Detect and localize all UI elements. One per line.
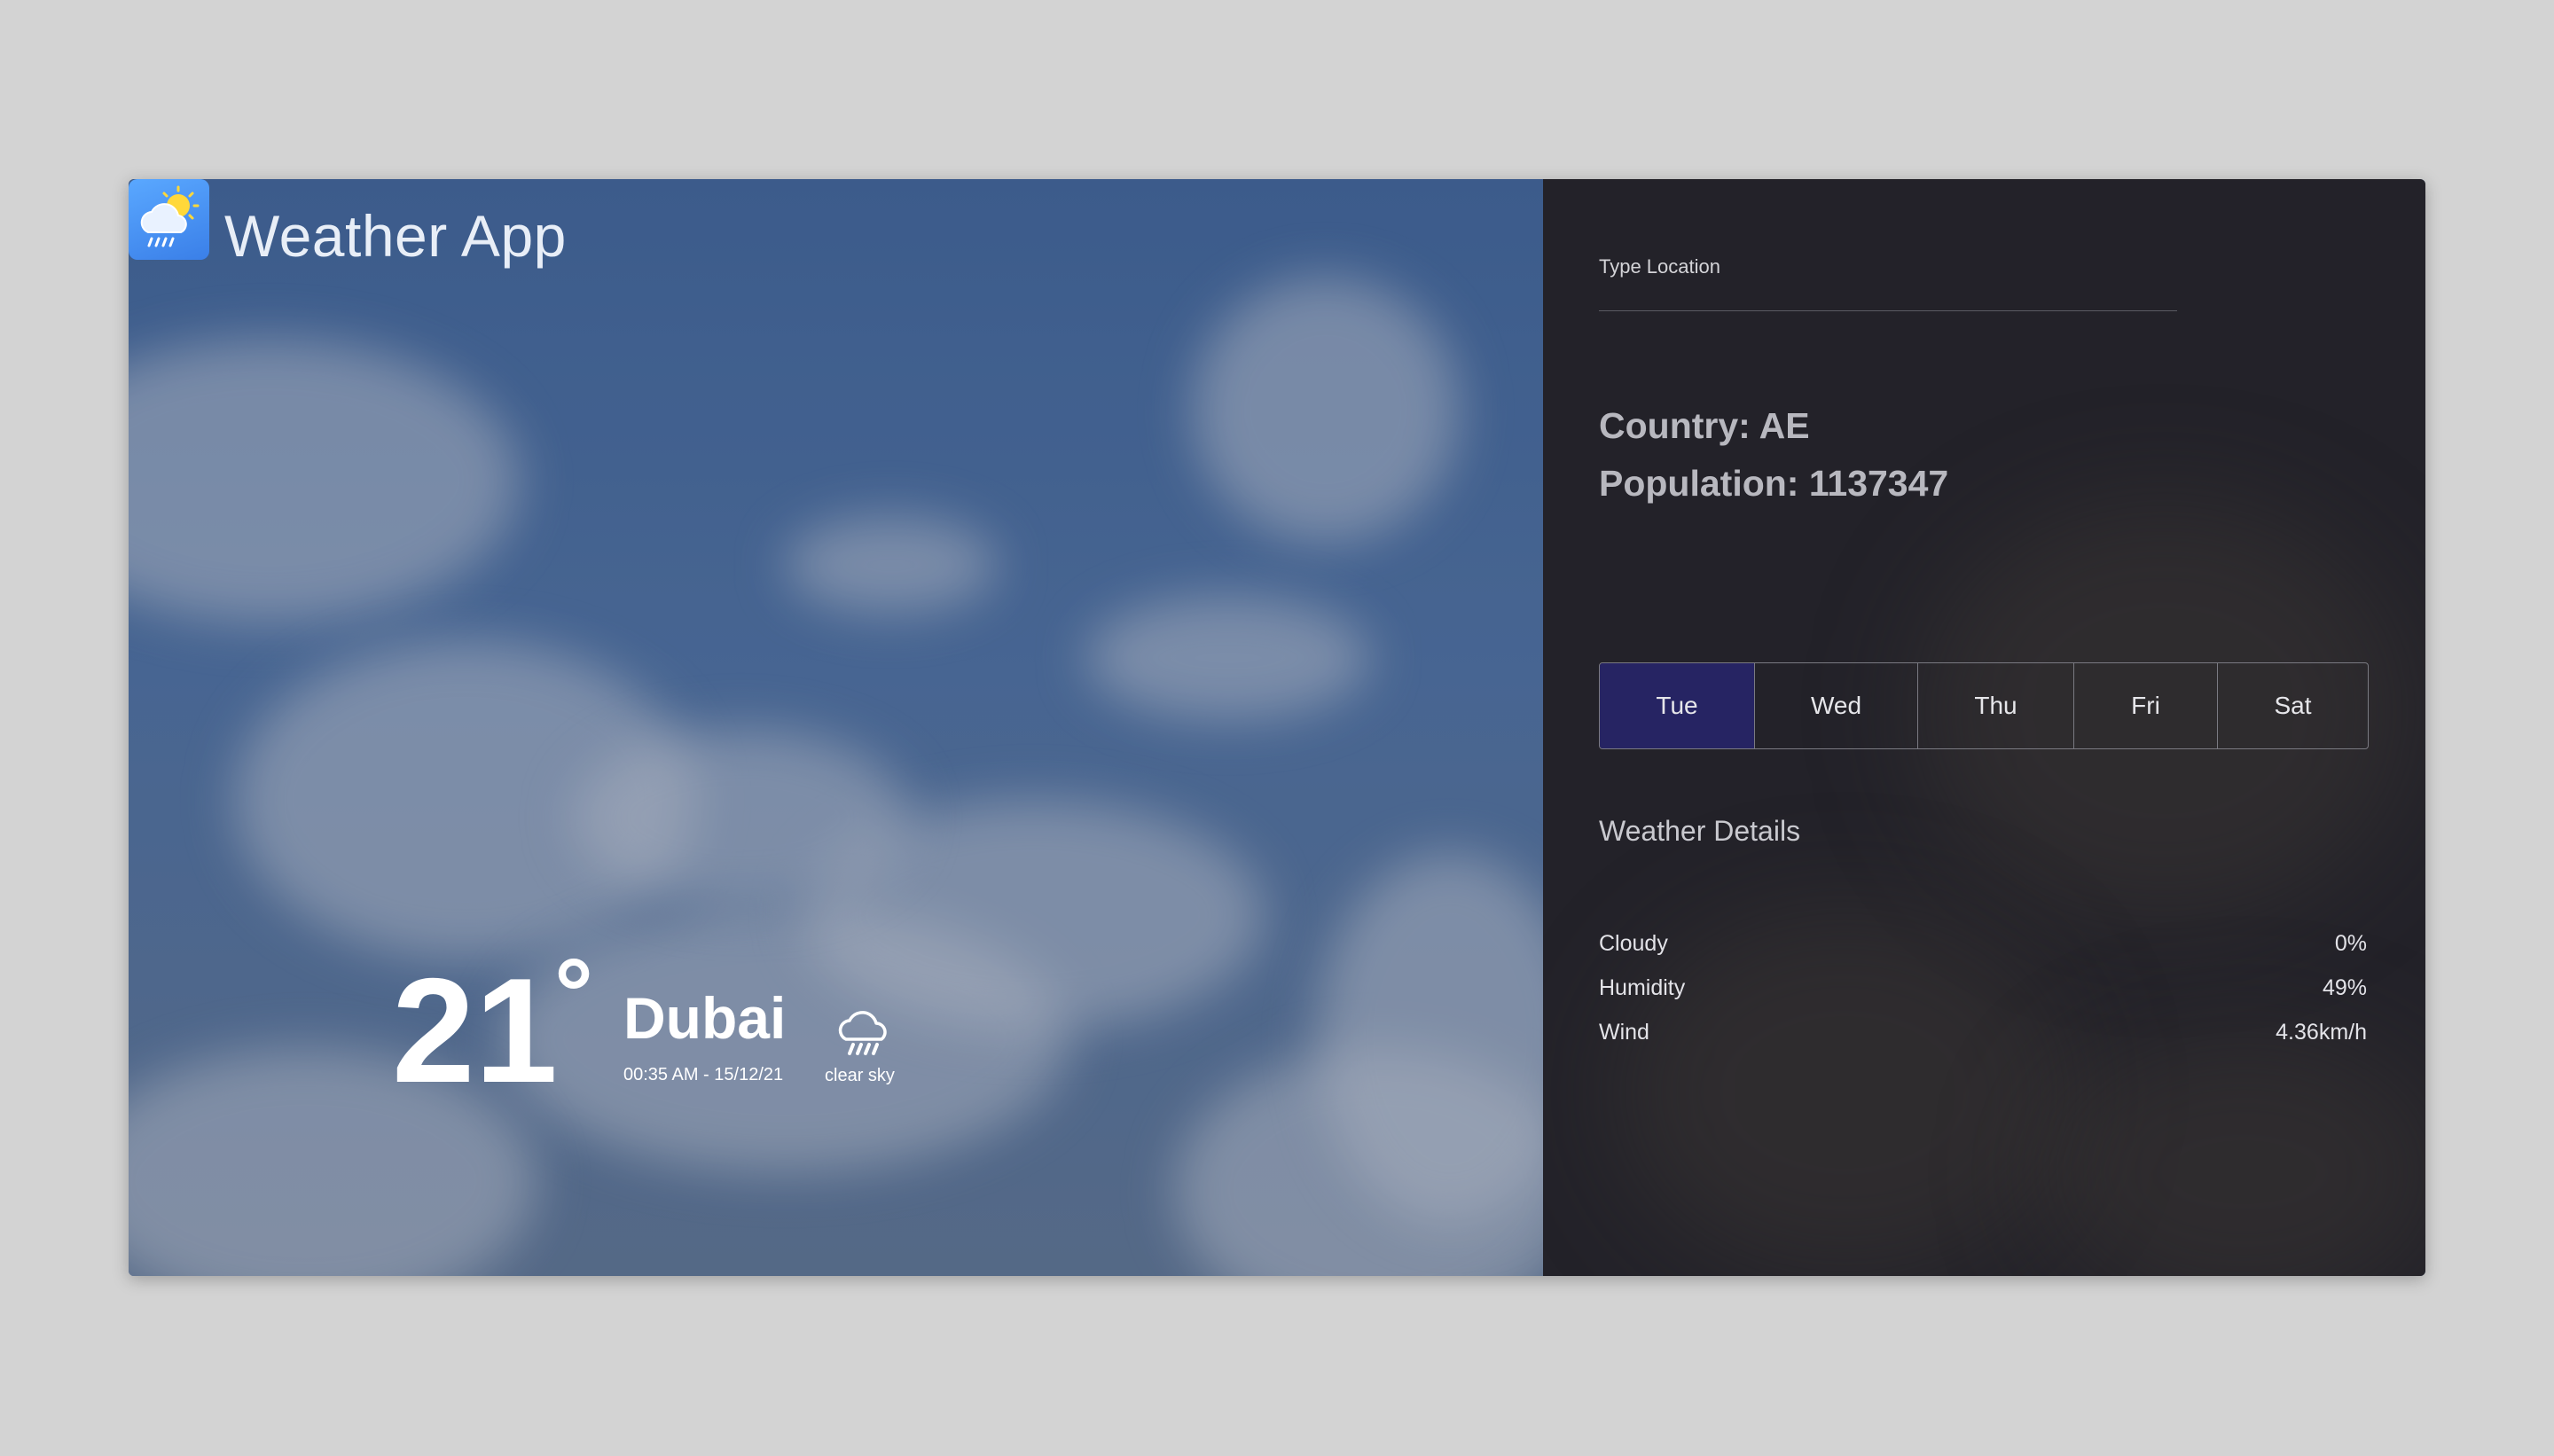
current-datetime: 00:35 AM - 15/12/21 [623, 1065, 784, 1084]
tab-wed[interactable]: Wed [1755, 663, 1918, 748]
current-temperature: 21 [392, 947, 558, 1114]
weather-condition: clear sky [825, 1066, 895, 1085]
population-info: Population: 1137347 [1599, 463, 1949, 504]
detail-label: Cloudy [1599, 931, 1668, 956]
country-info: Country: AE [1599, 405, 1810, 446]
detail-row-cloudy: Cloudy 0% [1599, 931, 2367, 959]
cloud-rain-icon [835, 1004, 897, 1061]
tab-thu[interactable]: Thu [1918, 663, 2074, 748]
weather-app-window: Weather App 21 ° Dubai 00:35 AM - 15/12/… [129, 179, 2425, 1276]
detail-label: Humidity [1599, 975, 1686, 1000]
tab-fri[interactable]: Fri [2074, 663, 2218, 748]
detail-value: 49% [2322, 975, 2367, 1000]
city-name: Dubai [623, 985, 787, 1051]
app-title: Weather App [224, 203, 567, 269]
sky-background: Weather App 21 ° Dubai 00:35 AM - 15/12/… [129, 179, 1543, 1276]
tab-sat[interactable]: Sat [2218, 663, 2368, 748]
location-search-input[interactable] [1599, 284, 2177, 311]
detail-row-humidity: Humidity 49% [1599, 975, 2367, 1004]
detail-row-wind: Wind 4.36km/h [1599, 1020, 2367, 1048]
day-tabs: Tue Wed Thu Fri Sat [1599, 662, 2369, 749]
search-label: Type Location [1599, 255, 1720, 278]
detail-value: 4.36km/h [2276, 1020, 2367, 1045]
details-panel: Type Location Country: AE Population: 11… [1543, 179, 2425, 1276]
detail-value: 0% [2334, 931, 2367, 956]
detail-label: Wind [1599, 1020, 1649, 1045]
cloud-sun-rain-icon [129, 179, 209, 260]
degree-symbol: ° [554, 939, 593, 1048]
tab-tue[interactable]: Tue [1600, 663, 1755, 748]
weather-details-title: Weather Details [1599, 815, 1801, 847]
